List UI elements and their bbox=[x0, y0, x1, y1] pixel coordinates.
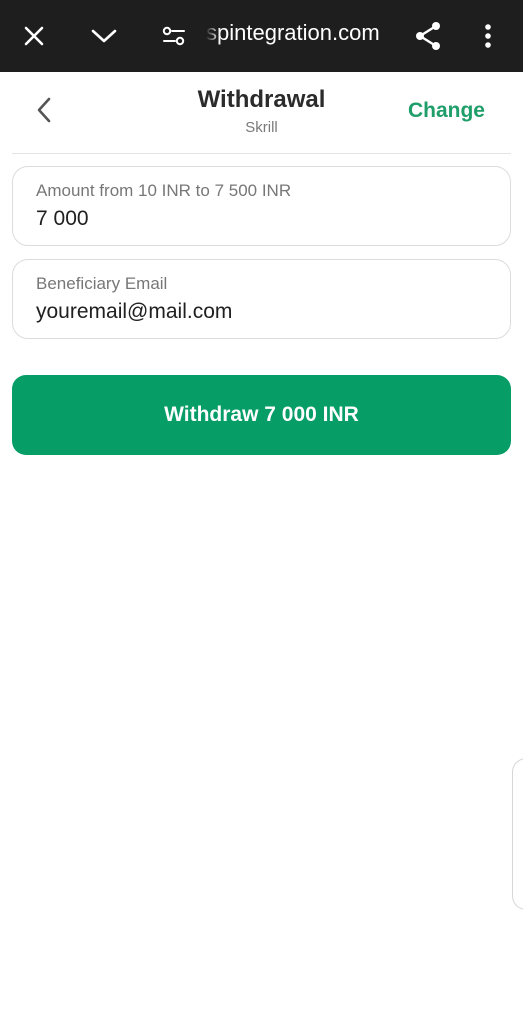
amount-input[interactable]: 7 000 bbox=[36, 207, 89, 231]
amount-label: Amount from 10 INR to 7 500 INR bbox=[36, 181, 292, 200]
tune-icon[interactable] bbox=[154, 16, 194, 56]
more-vertical-icon[interactable] bbox=[468, 16, 508, 56]
edge-panel-handle[interactable] bbox=[512, 758, 523, 910]
close-icon[interactable] bbox=[14, 16, 54, 56]
share-icon[interactable] bbox=[408, 16, 448, 56]
url-text[interactable]: spintegration.com bbox=[206, 18, 396, 48]
header-divider bbox=[12, 153, 511, 154]
withdraw-button[interactable]: Withdraw 7 000 INR bbox=[12, 375, 511, 455]
chevron-down-icon[interactable] bbox=[84, 16, 124, 56]
change-method-link[interactable]: Change bbox=[408, 99, 485, 123]
page-header: Withdrawal Skrill Change bbox=[0, 72, 523, 154]
email-input[interactable]: youremail@mail.com bbox=[36, 300, 232, 324]
email-label: Beneficiary Email bbox=[36, 274, 168, 293]
email-field[interactable]: Beneficiary Email youremail@mail.com bbox=[12, 259, 511, 339]
browser-toolbar: spintegration.com bbox=[0, 0, 523, 72]
amount-field[interactable]: Amount from 10 INR to 7 500 INR 7 000 bbox=[12, 166, 511, 246]
